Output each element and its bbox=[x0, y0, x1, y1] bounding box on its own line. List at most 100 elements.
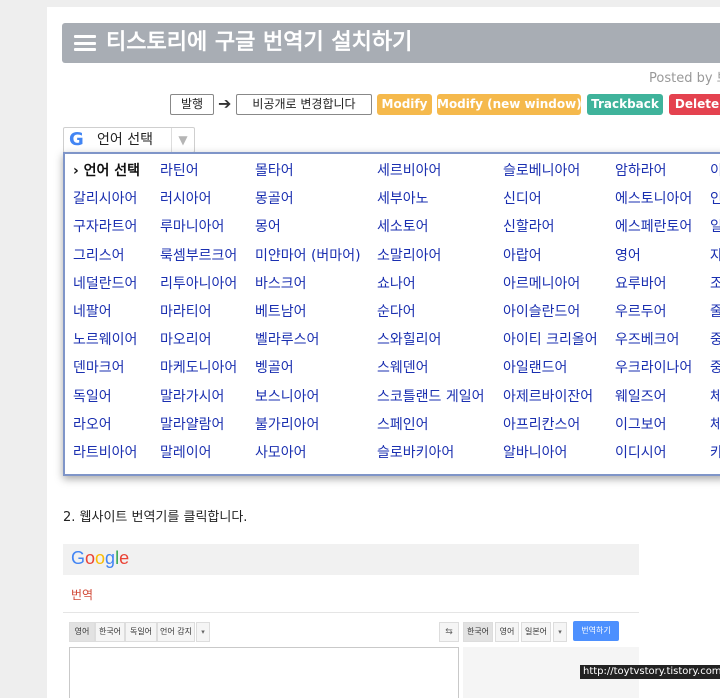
trackback-button[interactable]: Trackback bbox=[587, 94, 663, 115]
language-option[interactable]: 말레이어 bbox=[160, 444, 212, 462]
modify-button[interactable]: Modify bbox=[377, 94, 432, 115]
language-option[interactable]: 아르메니아어 bbox=[503, 275, 580, 293]
language-option[interactable]: 스페인어 bbox=[377, 416, 429, 434]
language-option[interactable]: 아이슬란드어 bbox=[503, 303, 580, 321]
make-private-button[interactable]: 비공개로 변경합니다 bbox=[236, 94, 372, 115]
language-option[interactable]: 몽골어 bbox=[255, 190, 294, 208]
language-option[interactable]: 세르비아어 bbox=[377, 162, 441, 180]
language-option[interactable]: 세소토어 bbox=[377, 218, 429, 236]
language-option[interactable]: 마라티어 bbox=[160, 303, 212, 321]
language-option[interactable]: 줄 bbox=[710, 303, 720, 321]
language-option[interactable]: 벨라루스어 bbox=[255, 331, 319, 349]
language-option[interactable]: 네덜란드어 bbox=[73, 275, 137, 293]
language-option[interactable]: 카 bbox=[710, 444, 720, 462]
language-option[interactable]: 그리스어 bbox=[73, 247, 125, 265]
language-option[interactable]: 조 bbox=[710, 275, 720, 293]
language-option[interactable]: 독일어 bbox=[73, 388, 112, 406]
language-option[interactable]: 스웨덴어 bbox=[377, 359, 429, 377]
language-option[interactable]: 루마니아어 bbox=[160, 218, 224, 236]
language-option[interactable]: 아일랜드어 bbox=[503, 359, 567, 377]
language-option[interactable]: 인 bbox=[710, 190, 720, 208]
language-option[interactable]: 슬로베니아어 bbox=[503, 162, 580, 180]
gt-target-tab[interactable]: 일본어 bbox=[521, 622, 551, 642]
language-option[interactable]: 암하라어 bbox=[615, 162, 667, 180]
language-select[interactable]: G 언어 선택 ▼ bbox=[63, 127, 195, 153]
language-option[interactable]: 에스토니아어 bbox=[615, 190, 692, 208]
language-option[interactable]: 사모아어 bbox=[255, 444, 307, 462]
language-option[interactable]: 체 bbox=[710, 388, 720, 406]
language-option[interactable]: 일 bbox=[710, 218, 720, 236]
language-option[interactable]: 순다어 bbox=[377, 303, 416, 321]
language-option[interactable]: 몽어 bbox=[255, 218, 281, 236]
language-option[interactable]: 신할라어 bbox=[503, 218, 555, 236]
language-option[interactable]: 미얀마어 (버마어) bbox=[255, 247, 361, 265]
gt-translate-button[interactable]: 번역하기 bbox=[573, 621, 619, 641]
google-logo: Google bbox=[71, 546, 129, 570]
chevron-down-icon[interactable]: ▾ bbox=[196, 622, 210, 642]
language-option[interactable]: 라트비아어 bbox=[73, 444, 137, 462]
language-option[interactable]: 갈리시아어 bbox=[73, 190, 137, 208]
language-option[interactable]: 노르웨이어 bbox=[73, 331, 137, 349]
chevron-down-icon[interactable]: ▼ bbox=[171, 128, 194, 152]
language-option[interactable]: 스코틀랜드 게일어 bbox=[377, 388, 485, 406]
language-option[interactable]: 우즈베크어 bbox=[615, 331, 679, 349]
language-option[interactable]: 자 bbox=[710, 247, 720, 265]
language-option[interactable]: 리투아니아어 bbox=[160, 275, 237, 293]
language-option[interactable]: 알바니아어 bbox=[503, 444, 567, 462]
language-option[interactable]: 구자라트어 bbox=[73, 218, 137, 236]
language-option[interactable]: › 언어 선택 bbox=[73, 162, 140, 180]
chevron-down-icon[interactable]: ▾ bbox=[553, 622, 567, 642]
language-option[interactable]: 베트남어 bbox=[255, 303, 307, 321]
language-option[interactable]: 불가리아어 bbox=[255, 416, 319, 434]
language-option[interactable]: 체 bbox=[710, 416, 720, 434]
language-option[interactable]: 쇼나어 bbox=[377, 275, 416, 293]
language-option[interactable]: 웨일즈어 bbox=[615, 388, 667, 406]
delete-button[interactable]: Delete bbox=[669, 94, 720, 115]
language-option[interactable]: 러시아어 bbox=[160, 190, 212, 208]
language-option[interactable]: 이그보어 bbox=[615, 416, 667, 434]
language-option[interactable]: 요루바어 bbox=[615, 275, 667, 293]
gt-target-tab[interactable]: 한국어 bbox=[463, 622, 493, 642]
language-option[interactable]: 에스페란토어 bbox=[615, 218, 692, 236]
language-option[interactable]: 마오리어 bbox=[160, 331, 212, 349]
language-option[interactable]: 말라가시어 bbox=[160, 388, 224, 406]
modify-new-window-button[interactable]: Modify (new window) bbox=[437, 94, 582, 115]
gt-target-tab[interactable]: 영어 bbox=[495, 622, 519, 642]
language-option[interactable]: 중 bbox=[710, 359, 720, 377]
publish-button[interactable]: 발행 bbox=[170, 94, 214, 115]
language-option[interactable]: 라오어 bbox=[73, 416, 112, 434]
language-option[interactable]: 아이티 크리올어 bbox=[503, 331, 598, 349]
language-option[interactable]: 마케도니아어 bbox=[160, 359, 237, 377]
logo-letter: o bbox=[95, 548, 106, 568]
swap-icon[interactable]: ⇆ bbox=[439, 622, 459, 642]
language-option[interactable]: 슬로바키아어 bbox=[377, 444, 454, 462]
language-option[interactable]: 영어 bbox=[615, 247, 641, 265]
language-option[interactable]: 보스니아어 bbox=[255, 388, 319, 406]
gt-source-tab[interactable]: 한국어 bbox=[95, 622, 125, 642]
language-option[interactable]: 라틴어 bbox=[160, 162, 199, 180]
language-option[interactable]: 세부아노 bbox=[377, 190, 429, 208]
language-option[interactable]: 우르두어 bbox=[615, 303, 667, 321]
language-option[interactable]: 신디어 bbox=[503, 190, 542, 208]
logo-letter: G bbox=[71, 548, 86, 568]
language-option[interactable]: 우크라이나어 bbox=[615, 359, 692, 377]
gt-source-tab[interactable]: 독일어 bbox=[125, 622, 157, 642]
language-option[interactable]: 소말리아어 bbox=[377, 247, 441, 265]
language-option[interactable]: 중 bbox=[710, 331, 720, 349]
language-option[interactable]: 아랍어 bbox=[503, 247, 542, 265]
language-option[interactable]: 아제르바이잔어 bbox=[503, 388, 593, 406]
language-option[interactable]: 벵골어 bbox=[255, 359, 294, 377]
language-option[interactable]: 스와힐리어 bbox=[377, 331, 441, 349]
language-option[interactable]: 말라얄람어 bbox=[160, 416, 224, 434]
gt-source-tab[interactable]: 영어 bbox=[69, 622, 95, 642]
language-option[interactable]: 이 bbox=[710, 162, 720, 180]
language-option[interactable]: 바스크어 bbox=[255, 275, 307, 293]
language-option[interactable]: 룩셈부르크어 bbox=[160, 247, 237, 265]
language-option[interactable]: 몰타어 bbox=[255, 162, 294, 180]
language-option[interactable]: 네팔어 bbox=[73, 303, 112, 321]
language-option[interactable]: 이디시어 bbox=[615, 444, 667, 462]
gt-source-tab[interactable]: 언어 감지 bbox=[157, 622, 195, 642]
language-option[interactable]: 덴마크어 bbox=[73, 359, 125, 377]
gt-source-textarea[interactable] bbox=[69, 647, 459, 698]
language-option[interactable]: 아프리칸스어 bbox=[503, 416, 580, 434]
